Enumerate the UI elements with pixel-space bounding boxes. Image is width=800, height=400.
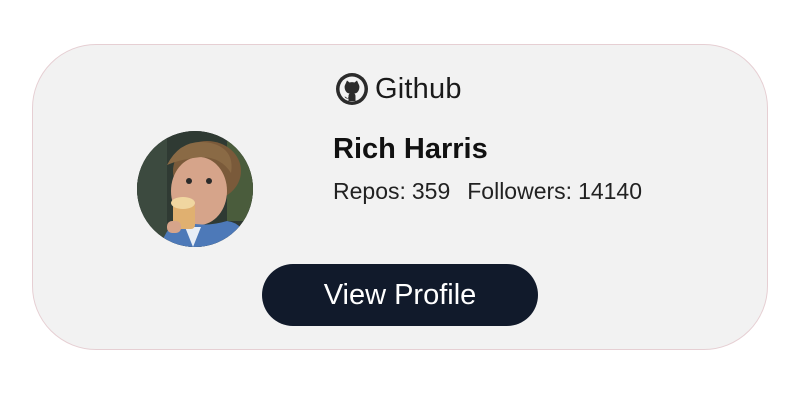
followers-stat: Followers: 14140 — [467, 178, 642, 205]
repos-stat: Repos: 359 — [333, 178, 450, 205]
repos-label: Repos: — [333, 178, 406, 204]
user-avatar-photo — [137, 131, 253, 247]
repos-count: 359 — [411, 178, 451, 204]
view-profile-button[interactable]: View Profile — [262, 264, 538, 326]
followers-count: 14140 — [578, 178, 643, 204]
profile-card: Github Rich Harris Repos: 359 Followers:… — [32, 44, 768, 350]
brand-header: Github — [335, 71, 462, 107]
github-icon — [335, 72, 369, 106]
followers-label: Followers: — [467, 178, 573, 204]
brand-label: Github — [375, 72, 462, 105]
avatar — [137, 131, 253, 247]
user-stats: Repos: 359 Followers: 14140 — [333, 178, 642, 205]
user-name: Rich Harris — [333, 133, 488, 165]
